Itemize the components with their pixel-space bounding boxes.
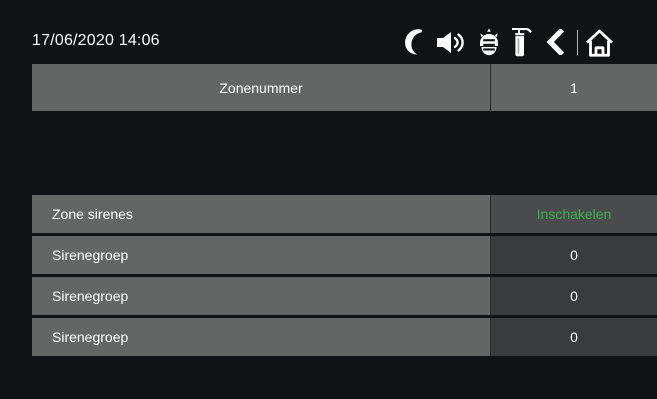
siren-group-value-1[interactable]: 0 bbox=[491, 236, 657, 274]
siren-group-label-2: Sirenegroep bbox=[32, 277, 491, 315]
speaker-icon[interactable] bbox=[434, 29, 466, 56]
siren-group-row-3[interactable]: Sirenegroep 0 bbox=[32, 318, 657, 356]
back-icon[interactable] bbox=[544, 29, 566, 55]
extinguisher-icon[interactable] bbox=[510, 26, 533, 57]
zone-sirens-label: Zone sirenes bbox=[32, 195, 491, 233]
status-bar: 17/06/2020 14:06 bbox=[0, 0, 657, 62]
siren-group-value-2[interactable]: 0 bbox=[491, 277, 657, 315]
zone-sirens-value[interactable]: Inschakelen bbox=[491, 195, 657, 233]
zone-number-label: Zonenummer bbox=[32, 64, 491, 111]
fire-alarm-icon[interactable] bbox=[475, 27, 503, 57]
zone-sirens-row[interactable]: Zone sirenes Inschakelen bbox=[32, 195, 657, 233]
zone-number-row[interactable]: Zonenummer 1 bbox=[32, 64, 657, 111]
siren-group-label-1: Sirenegroep bbox=[32, 236, 491, 274]
toolbar-divider bbox=[577, 30, 578, 55]
moon-icon[interactable] bbox=[403, 29, 430, 56]
screen: 17/06/2020 14:06 Zonenummer 1 Zone siren… bbox=[0, 0, 657, 399]
zone-number-value[interactable]: 1 bbox=[491, 64, 657, 111]
siren-group-row-1[interactable]: Sirenegroep 0 bbox=[32, 236, 657, 274]
home-icon[interactable] bbox=[584, 28, 615, 58]
siren-group-value-3[interactable]: 0 bbox=[491, 318, 657, 356]
date-time: 17/06/2020 14:06 bbox=[32, 32, 160, 49]
siren-group-row-2[interactable]: Sirenegroep 0 bbox=[32, 277, 657, 315]
siren-group-label-3: Sirenegroep bbox=[32, 318, 491, 356]
